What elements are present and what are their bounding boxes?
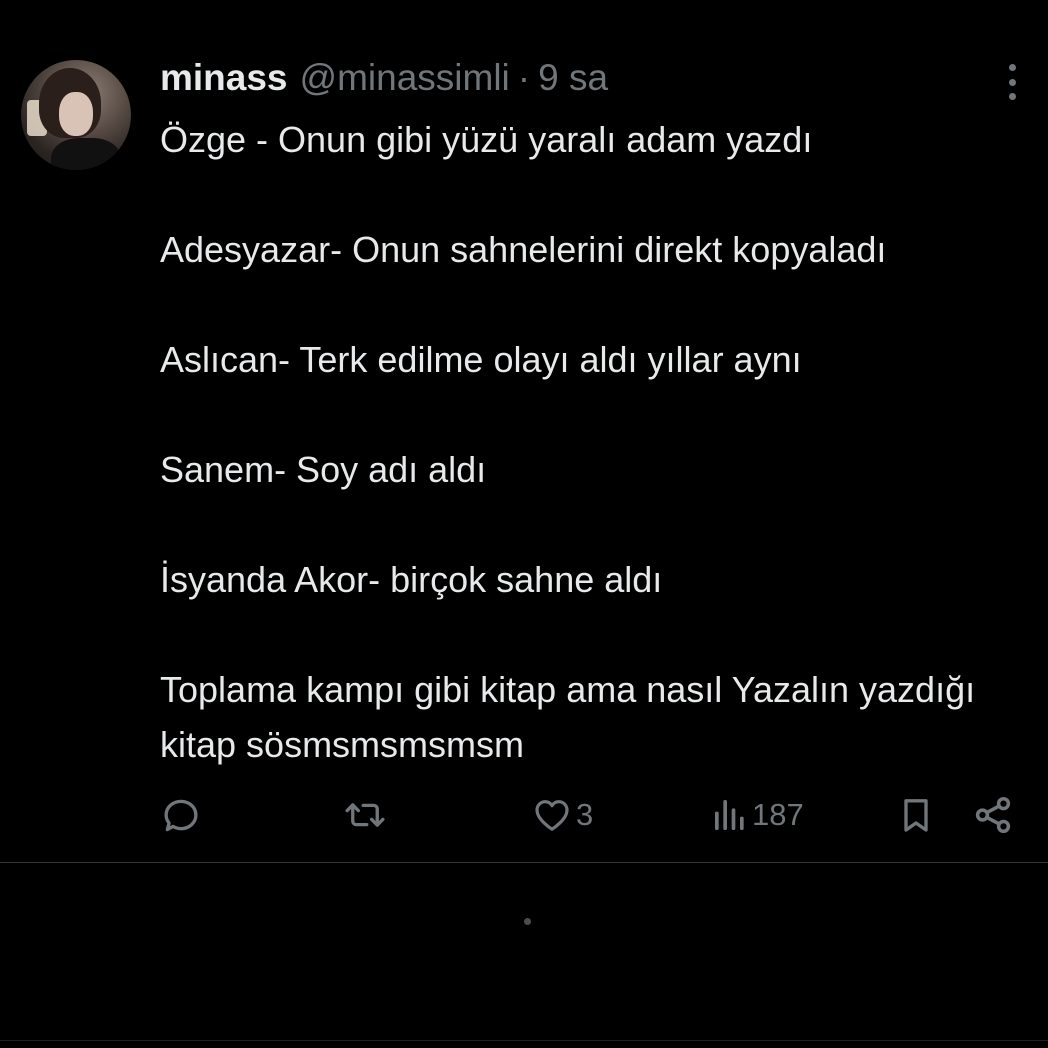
tweet-line: Özge - Onun gibi yüzü yaralı adam yazdı [160,119,813,160]
tweet-time[interactable]: 9 sa [538,57,608,99]
more-options-button[interactable] [998,64,1026,100]
avatar-face [59,92,93,136]
bookmark-button[interactable] [896,790,936,840]
like-button[interactable]: 3 [532,790,593,840]
more-vertical-icon-dot [1008,78,1016,86]
share-button[interactable] [972,790,1014,840]
retweet-button[interactable] [342,790,388,840]
reply-icon [164,799,198,832]
like-count: 3 [576,797,594,832]
tweet-line: İsyanda Akor- birçok sahne aldı [160,559,663,600]
tweet[interactable]: minass @minassimli · 9 sa Özge - Onun gi… [0,0,1048,862]
bookmark-icon [904,799,928,832]
tweet-text: Özge - Onun gibi yüzü yaralı adam yazdı … [160,112,1030,772]
views-button[interactable]: 187 [712,790,804,840]
loading-indicator-icon [524,918,531,925]
more-vertical-icon-dot [1008,93,1016,100]
tweet-header: minass @minassimli · 9 sa [160,56,608,100]
author-name[interactable]: minass [160,57,288,99]
tweet-line: Aslıcan- Terk edilme olayı aldı yıllar a… [160,339,802,380]
tweet-line: Adesyazar- Onun sahnelerini direkt kopya… [160,229,887,270]
share-icon [975,796,1011,834]
author-handle[interactable]: @minassimli [300,57,510,99]
heart-icon [535,800,569,831]
tweet-actions: 3 187 [160,790,1020,840]
avatar-body [51,138,121,170]
tweet-line: Toplama kampı gibi kitap ama nasıl Yazal… [160,669,976,765]
more-vertical-icon [1008,64,1016,71]
header-separator: · [517,57,531,98]
tweet-line: Sanem- Soy adı aldı [160,449,487,490]
bottom-divider [0,1040,1048,1041]
reply-button[interactable] [160,790,202,840]
views-icon [715,800,744,830]
retweet-icon [345,803,385,827]
views-count: 187 [752,797,804,832]
avatar[interactable] [21,60,131,170]
tweet-divider [0,862,1048,863]
